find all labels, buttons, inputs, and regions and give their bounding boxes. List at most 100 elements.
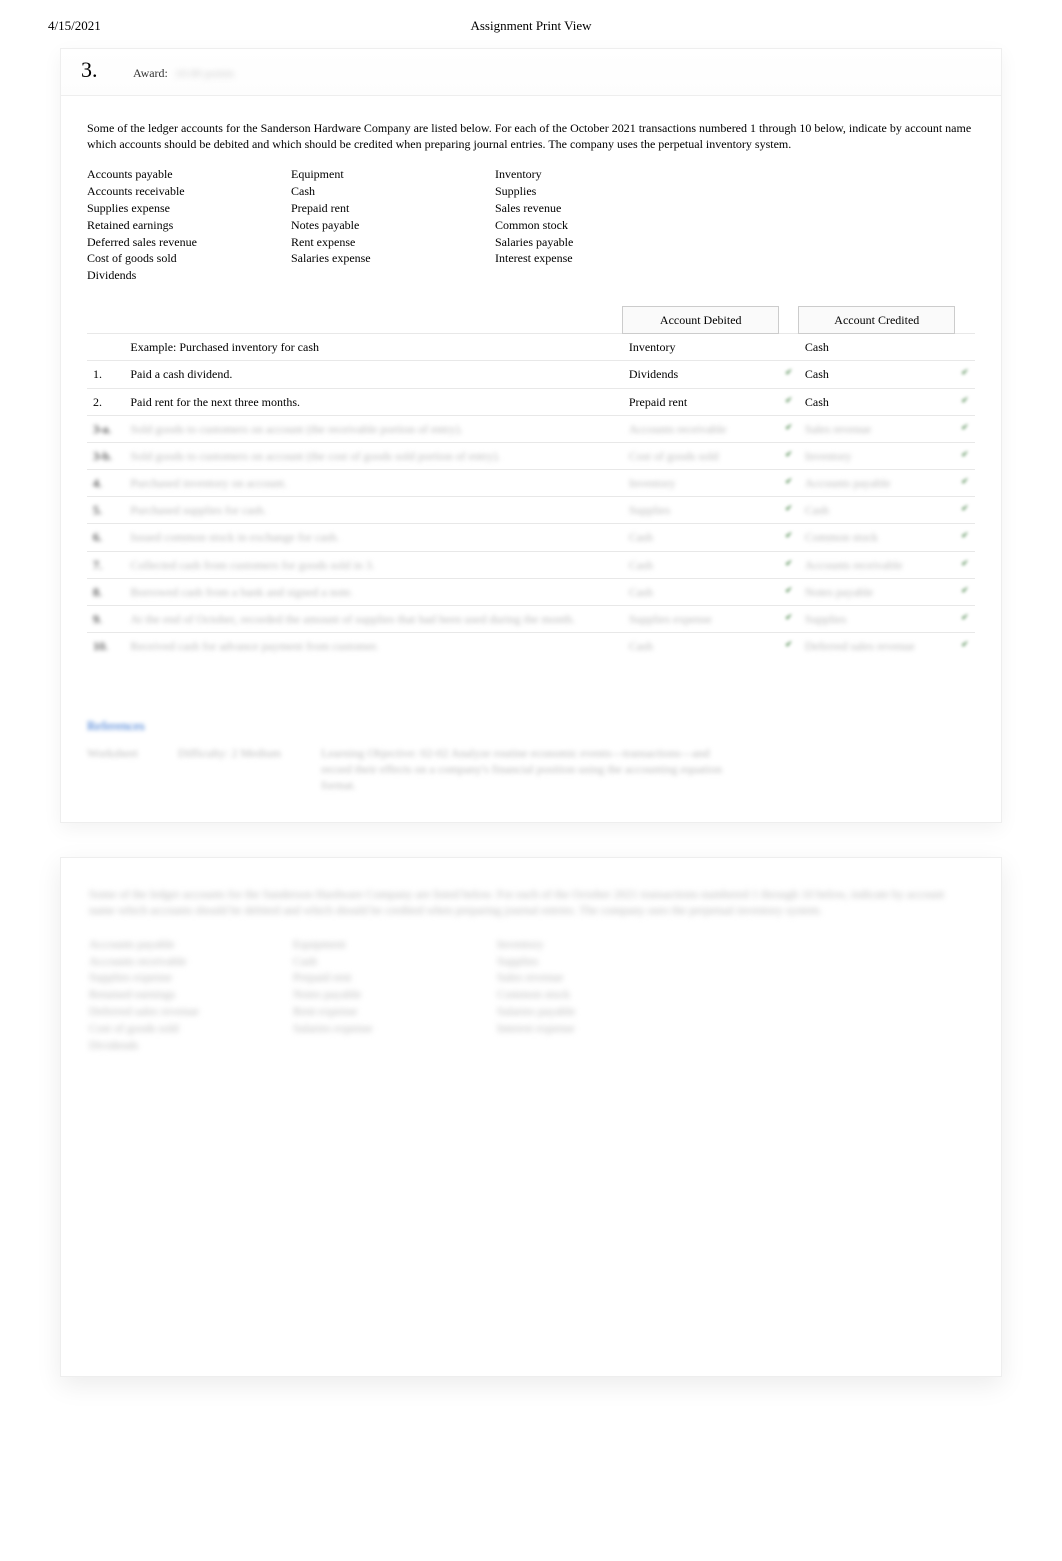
table-row: 7.Collected cash from customers for good… bbox=[87, 551, 975, 578]
ledger-account: Notes payable bbox=[293, 986, 497, 1003]
ledger-account: Equipment bbox=[293, 936, 497, 953]
account-credited: Cash bbox=[799, 497, 955, 524]
ledger-account: Equipment bbox=[291, 166, 495, 183]
account-credited: Notes payable bbox=[799, 578, 955, 605]
ledger-account: Cash bbox=[291, 183, 495, 200]
answer-table: Account Debited Account Credited Example… bbox=[87, 306, 975, 659]
account-debited: Supplies bbox=[623, 497, 779, 524]
check-icon bbox=[785, 476, 793, 486]
references-link[interactable]: References bbox=[87, 717, 145, 735]
lower-ledger: Accounts payableAccounts receivableSuppl… bbox=[89, 936, 973, 1054]
ledger-account: Prepaid rent bbox=[293, 969, 497, 986]
reference-row: Worksheet Difficulty: 2 Medium Learning … bbox=[87, 745, 975, 794]
check-icon bbox=[961, 585, 969, 595]
account-debited: Accounts receivable bbox=[623, 415, 779, 442]
table-row: 8.Borrowed cash from a bank and signed a… bbox=[87, 578, 975, 605]
ledger-account: Interest expense bbox=[495, 250, 699, 267]
check-icon bbox=[961, 503, 969, 513]
question-card: 3. Award: 10.00 points Some of the ledge… bbox=[60, 48, 1002, 823]
lower-intro: Some of the ledger accounts for the Sand… bbox=[89, 886, 973, 918]
table-row: 9.At the end of October, recorded the am… bbox=[87, 606, 975, 633]
ledger-account: Common stock bbox=[495, 217, 699, 234]
ledger-account: Accounts receivable bbox=[87, 183, 291, 200]
award-value: 10.00 points bbox=[175, 66, 234, 80]
question-header: 3. Award: 10.00 points bbox=[61, 49, 1001, 96]
check-icon bbox=[961, 449, 969, 459]
account-debited: Prepaid rent bbox=[623, 388, 779, 415]
check-icon bbox=[961, 476, 969, 486]
table-row: 5.Purchased supplies for cash.SuppliesCa… bbox=[87, 497, 975, 524]
ledger-account: Prepaid rent bbox=[291, 200, 495, 217]
check-icon bbox=[785, 558, 793, 568]
header-title: Assignment Print View bbox=[0, 18, 1062, 34]
ledger-account: Supplies bbox=[495, 183, 699, 200]
ledger-account: Supplies expense bbox=[89, 969, 293, 986]
check-icon bbox=[785, 449, 793, 459]
ledger-account: Deferred sales revenue bbox=[89, 1003, 293, 1020]
ledger-account: Retained earnings bbox=[89, 986, 293, 1003]
check-icon bbox=[961, 612, 969, 622]
question-body: Some of the ledger accounts for the Sand… bbox=[61, 96, 1001, 822]
account-debited: Cash bbox=[623, 633, 779, 660]
ledger-account: Sales revenue bbox=[497, 969, 701, 986]
ledger-col-2: EquipmentCashPrepaid rentNotes payableRe… bbox=[291, 166, 495, 284]
account-debited: Cash bbox=[623, 524, 779, 551]
check-icon bbox=[785, 422, 793, 432]
account-credited: Cash bbox=[799, 388, 955, 415]
ledger-account: Retained earnings bbox=[87, 217, 291, 234]
account-credited: Cash bbox=[799, 361, 955, 388]
account-credited: Sales revenue bbox=[799, 415, 955, 442]
account-debited: Cash bbox=[623, 551, 779, 578]
ledger-accounts: Accounts payableAccounts receivableSuppl… bbox=[87, 166, 975, 284]
ledger-account: Inventory bbox=[495, 166, 699, 183]
ledger-account: Accounts receivable bbox=[89, 953, 293, 970]
table-row: 4.Purchased inventory on account.Invento… bbox=[87, 470, 975, 497]
account-debited: Cash bbox=[623, 578, 779, 605]
account-credited: Common stock bbox=[799, 524, 955, 551]
check-icon bbox=[961, 395, 969, 405]
check-icon bbox=[785, 530, 793, 540]
account-debited: Inventory bbox=[623, 334, 779, 361]
question-intro: Some of the ledger accounts for the Sand… bbox=[87, 120, 975, 152]
check-icon bbox=[961, 530, 969, 540]
ledger-col-3: InventorySuppliesSales revenueCommon sto… bbox=[495, 166, 699, 284]
account-credited: Accounts payable bbox=[799, 470, 955, 497]
check-icon bbox=[785, 639, 793, 649]
ledger-account: Accounts payable bbox=[89, 936, 293, 953]
account-credited: Accounts receivable bbox=[799, 551, 955, 578]
table-row: Example: Purchased inventory for cashInv… bbox=[87, 334, 975, 361]
account-debited: Dividends bbox=[623, 361, 779, 388]
check-icon bbox=[785, 367, 793, 377]
col-debit: Account Debited bbox=[623, 306, 779, 333]
check-icon bbox=[785, 612, 793, 622]
ledger-account: Accounts payable bbox=[87, 166, 291, 183]
ledger-account: Salaries expense bbox=[293, 1020, 497, 1037]
check-icon bbox=[785, 503, 793, 513]
check-icon bbox=[961, 558, 969, 568]
ledger-account: Supplies expense bbox=[87, 200, 291, 217]
table-row: 3-a.Sold goods to customers on account (… bbox=[87, 415, 975, 442]
header-date: 4/15/2021 bbox=[48, 18, 101, 34]
account-credited: Supplies bbox=[799, 606, 955, 633]
ledger-account: Supplies bbox=[497, 953, 701, 970]
ledger-account: Dividends bbox=[87, 267, 291, 284]
ledger-account: Cost of goods sold bbox=[87, 250, 291, 267]
table-row: 1.Paid a cash dividend.DividendsCash bbox=[87, 361, 975, 388]
ledger-account: Rent expense bbox=[293, 1003, 497, 1020]
account-credited: Deferred sales revenue bbox=[799, 633, 955, 660]
ledger-account: Common stock bbox=[497, 986, 701, 1003]
table-row: 3-b.Sold goods to customers on account (… bbox=[87, 442, 975, 469]
ledger-account: Notes payable bbox=[291, 217, 495, 234]
ledger-account: Salaries expense bbox=[291, 250, 495, 267]
ledger-account: Cost of goods sold bbox=[89, 1020, 293, 1037]
check-icon bbox=[961, 422, 969, 432]
references-block: References Worksheet Difficulty: 2 Mediu… bbox=[87, 717, 975, 793]
question-number: 3. bbox=[81, 57, 133, 83]
ledger-account: Salaries payable bbox=[497, 1003, 701, 1020]
ledger-account: Cash bbox=[293, 953, 497, 970]
ledger-account: Deferred sales revenue bbox=[87, 234, 291, 251]
account-debited: Inventory bbox=[623, 470, 779, 497]
ledger-account: Salaries payable bbox=[495, 234, 699, 251]
ledger-account: Rent expense bbox=[291, 234, 495, 251]
check-icon bbox=[961, 367, 969, 377]
